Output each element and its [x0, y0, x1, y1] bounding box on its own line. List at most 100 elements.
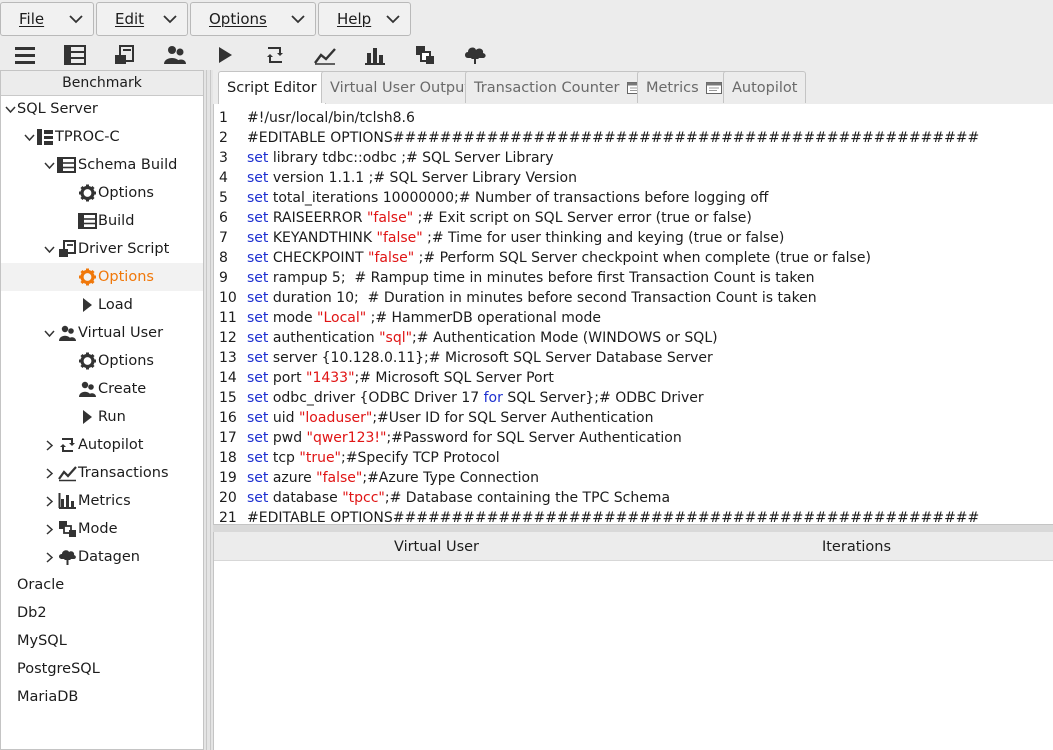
line-number: 16 — [219, 410, 237, 426]
tree-item-postgresql[interactable]: PostgreSQL — [1, 655, 203, 683]
help-menu-button[interactable]: Help — [318, 2, 411, 36]
string-token: "false" — [316, 470, 363, 486]
table-header: Virtual User Iterations — [214, 532, 1053, 561]
tree-item-load[interactable]: Load — [1, 291, 203, 319]
tree-label: Db2 — [17, 605, 47, 621]
code-text: #EDITABLE OPTIONS#######################… — [247, 508, 979, 524]
code-token: mode — [268, 310, 318, 326]
tree-item-build[interactable]: Build — [1, 207, 203, 235]
code-text: #EDITABLE OPTIONS#######################… — [247, 128, 979, 148]
code-token: RAISEERROR — [268, 210, 367, 226]
virtual-users-icon — [79, 381, 96, 397]
menu-icon[interactable] — [12, 43, 38, 67]
chevron-right-icon[interactable] — [44, 440, 55, 451]
tree-item-create[interactable]: Create — [1, 375, 203, 403]
chevron-right-icon[interactable] — [44, 524, 55, 535]
column-header-virtual-user[interactable]: Virtual User — [214, 532, 659, 560]
tree-item-vu-options[interactable]: Options — [1, 347, 203, 375]
code-text: set tcp "true";#Specify TCP Protocol — [247, 448, 500, 468]
metrics-icon[interactable] — [362, 43, 388, 67]
tree-label: Datagen — [78, 549, 140, 565]
tree-item-mode[interactable]: Mode — [1, 515, 203, 543]
tree-label: TPROC-C — [55, 129, 120, 145]
keyword-token: set — [247, 350, 269, 366]
tree-item-mariadb[interactable]: MariaDB — [1, 683, 203, 711]
keyword-token: set — [247, 370, 269, 386]
column-header-iterations[interactable]: Iterations — [659, 532, 1053, 560]
line-number: 4 — [219, 170, 228, 186]
tab-virtual-user-output[interactable]: Virtual User Output — [321, 71, 480, 103]
mode-icon[interactable] — [412, 43, 438, 67]
chevron-right-icon[interactable] — [44, 468, 55, 479]
chevron-right-icon[interactable] — [44, 552, 55, 563]
benchmark-icon[interactable] — [62, 43, 88, 67]
horizontal-splitter[interactable] — [213, 524, 1053, 532]
line-number: 21 — [219, 510, 237, 524]
tab-transaction-counter[interactable]: Transaction Counter — [465, 71, 653, 103]
file-menu-button[interactable]: File — [0, 2, 94, 36]
tree-item-driver-script[interactable]: Driver Script — [1, 235, 203, 263]
code-token: ;# Exit script on SQL Server error (true… — [413, 210, 752, 226]
datagen-icon[interactable] — [462, 43, 488, 67]
line-number: 17 — [219, 430, 237, 446]
code-token: ;# Database containing the TPC Schema — [384, 490, 671, 506]
tree-item-sql-server[interactable]: SQL Server — [1, 95, 203, 123]
tree-item-driver-options[interactable]: Options — [1, 263, 203, 291]
autopilot-icon[interactable] — [262, 43, 288, 67]
code-token: #EDITABLE OPTIONS#######################… — [247, 130, 980, 146]
tree-item-datagen[interactable]: Datagen — [1, 543, 203, 571]
datagen-icon — [59, 550, 76, 565]
run-icon[interactable] — [212, 43, 238, 67]
keyword-token: set — [247, 450, 269, 466]
code-token: tcp — [268, 450, 300, 466]
tree-item-virtual-user[interactable]: Virtual User — [1, 319, 203, 347]
chevron-down-icon[interactable] — [44, 160, 55, 171]
tree-item-transactions[interactable]: Transactions — [1, 459, 203, 487]
code-text: set port "1433";# Microsoft SQL Server P… — [247, 368, 554, 388]
transactions-icon[interactable] — [312, 43, 338, 67]
tree-item-autopilot[interactable]: Autopilot — [1, 431, 203, 459]
code-token: CHECKPOINT — [268, 250, 369, 266]
tab-label: Autopilot — [732, 80, 798, 96]
tree-item-schema-options[interactable]: Options — [1, 179, 203, 207]
code-text: set pwd "qwer123!";#Password for SQL Ser… — [247, 428, 682, 448]
tree-item-schema-build[interactable]: Schema Build — [1, 151, 203, 179]
virtual-users-icon — [59, 325, 76, 341]
tree-item-db2[interactable]: Db2 — [1, 599, 203, 627]
help-menu-label: Help — [337, 10, 372, 28]
vertical-splitter[interactable] — [204, 70, 213, 750]
chevron-down-icon[interactable] — [24, 132, 35, 143]
code-token: KEYANDTHINK — [268, 230, 377, 246]
line-number: 10 — [219, 290, 237, 306]
options-menu-button[interactable]: Options — [190, 2, 316, 36]
code-text: set database "tpcc";# Database containin… — [247, 488, 670, 508]
tab-metrics[interactable]: Metrics — [637, 71, 732, 103]
driver-script-icon[interactable] — [112, 43, 138, 67]
tab-script-editor[interactable]: Script Editor — [218, 71, 326, 104]
driver-script-icon — [59, 240, 76, 257]
tree-item-metrics[interactable]: Metrics — [1, 487, 203, 515]
tree-label: Mode — [78, 521, 118, 537]
tab-label: Transaction Counter — [474, 80, 620, 96]
tree-item-run[interactable]: Run — [1, 403, 203, 431]
code-text: set CHECKPOINT "false" ;# Perform SQL Se… — [247, 248, 871, 268]
splitter-grip[interactable] — [206, 70, 211, 750]
gear-icon — [79, 184, 96, 202]
tree-item-mysql[interactable]: MySQL — [1, 627, 203, 655]
chevron-down-icon[interactable] — [44, 244, 55, 255]
edit-menu-button[interactable]: Edit — [96, 2, 188, 36]
tree-item-tproc-c[interactable]: TPROC-C — [1, 123, 203, 151]
detach-window-icon[interactable] — [706, 82, 723, 94]
tab-autopilot[interactable]: Autopilot — [723, 71, 807, 103]
script-editor[interactable]: 1 #!/usr/local/bin/tclsh8.6 2 #EDITABLE OPT… — [213, 104, 1053, 524]
chevron-down-icon[interactable] — [44, 328, 55, 339]
chevron-right-icon[interactable] — [44, 496, 55, 507]
line-number: 19 — [219, 470, 237, 486]
string-token: "1433" — [306, 370, 355, 386]
chevron-down-icon[interactable] — [5, 104, 16, 115]
tree-item-oracle[interactable]: Oracle — [1, 571, 203, 599]
string-token: "sql" — [379, 330, 413, 346]
code-token: total_iterations 10000000;# Number of tr… — [268, 190, 769, 206]
tree-label: PostgreSQL — [17, 661, 100, 677]
virtual-users-icon[interactable] — [162, 43, 188, 67]
